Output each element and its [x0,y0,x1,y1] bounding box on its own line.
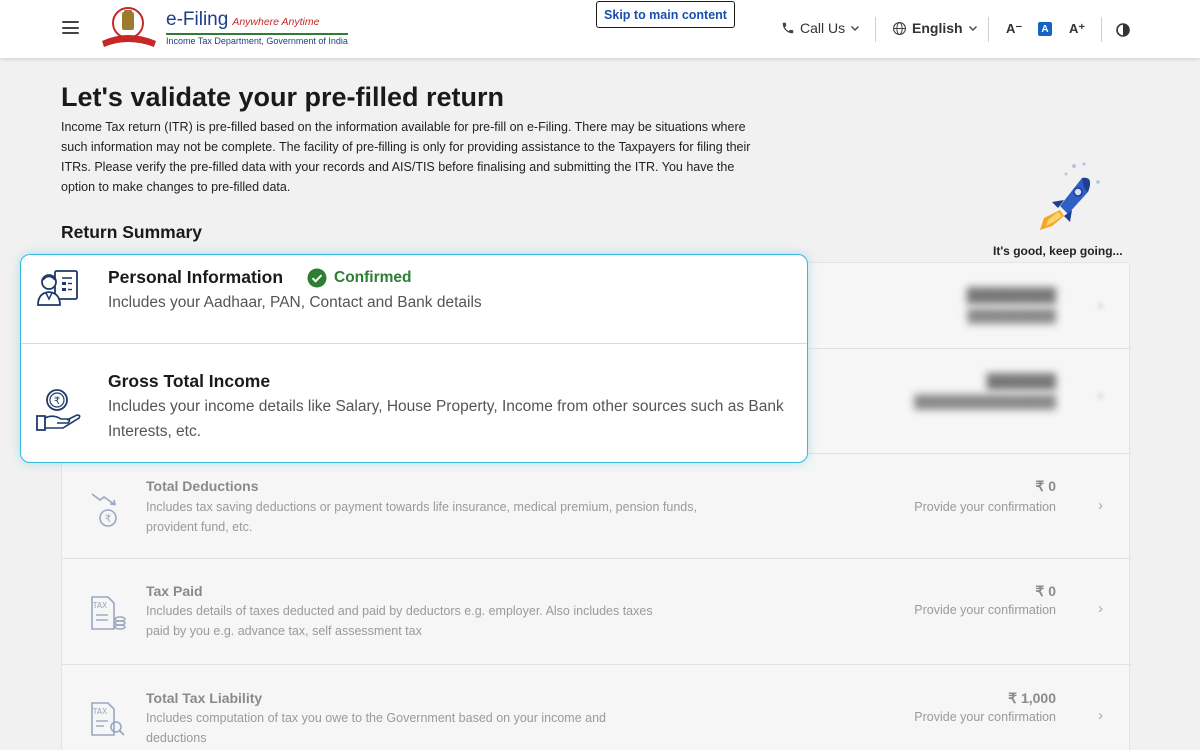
font-size-default-button[interactable]: A [1038,22,1052,36]
row-title: Tax Paid [146,583,203,599]
personal-info-icon [37,270,78,306]
row-status: Provide your confirmation [914,603,1056,617]
income-hand-coin-icon: ₹ [36,389,81,431]
header-divider [875,17,876,42]
font-size-increase-button[interactable]: A⁺ [1069,21,1085,37]
skip-to-main-content-link[interactable]: Skip to main content [596,1,735,28]
brand-name: e-Filing [166,9,229,30]
deductions-icon: ₹ [91,493,117,527]
personal-information-title: Personal Information [108,267,284,287]
highlighted-sections-card: Personal Information Confirmed Includes … [20,254,808,463]
row-amount: ₹ 1,000 [1008,690,1056,706]
brand-block[interactable]: e-Filing Anywhere Anytime Income Tax Depa… [166,10,348,46]
chevron-right-icon: › [1098,387,1103,404]
personal-information-description: Includes your Aadhaar, PAN, Contact and … [108,294,482,311]
globe-icon [893,21,906,35]
row-description: Includes computation of tax you owe to t… [146,711,606,745]
tax-paid-icon: TAX [91,596,126,630]
language-dropdown[interactable]: English [892,20,978,36]
encouragement-text: It's good, keep going... [993,244,1123,258]
brand-tagline: Anywhere Anytime [232,16,320,28]
call-us-dropdown[interactable]: Call Us [781,20,860,36]
chevron-right-icon: › [1098,297,1103,314]
row-description: Includes tax saving deductions or paymen… [146,500,697,534]
row-title: Total Tax Liability [146,690,263,706]
row-status: Provide your confirmation [914,710,1056,724]
brand-department: Income Tax Department, Government of Ind… [166,33,348,46]
row-amount: ₹ 0 [1035,583,1056,599]
blurred-value: █████████ [966,287,1056,303]
svg-text:TAX: TAX [92,707,107,716]
page-title: Let's validate your pre-filled return [61,82,505,112]
personal-information-section[interactable]: Personal Information Confirmed Includes … [21,255,807,344]
tax-liability-icon: TAX [91,702,125,736]
rocket-illustration-icon [1040,162,1100,230]
phone-icon [782,22,794,34]
svg-text:TAX: TAX [92,601,107,610]
svg-text:₹: ₹ [105,514,111,525]
contrast-icon[interactable] [1116,23,1130,37]
font-size-decrease-button[interactable]: A⁻ [1006,21,1022,37]
row-amount: ₹ 0 [1035,478,1056,494]
income-tax-emblem-logo[interactable] [100,5,160,51]
language-label: English [912,20,963,36]
header-divider [1101,17,1102,42]
row-description: Includes details of taxes deducted and p… [146,604,653,638]
chevron-right-icon: › [1098,600,1103,617]
confirmed-label: Confirmed [334,269,412,286]
list-item-total-deductions[interactable]: ₹ Total Deductions Includes tax saving d… [62,454,1131,559]
row-title: Total Deductions [146,478,259,494]
gross-total-income-section[interactable]: ₹ Gross Total Income Includes your incom… [21,344,807,462]
chevron-right-icon: › [1098,707,1103,724]
chevron-down-icon [851,26,860,31]
brand-title: e-Filing Anywhere Anytime [166,10,348,32]
svg-text:₹: ₹ [54,396,60,407]
intro-paragraph: Income Tax return (ITR) is pre-filled ba… [61,120,751,194]
check-circle-icon [307,268,327,288]
return-summary-heading: Return Summary [61,222,203,242]
list-item-tax-paid[interactable]: TAX Tax Paid Includes details of taxes d… [62,559,1131,665]
header-divider [988,17,989,42]
chevron-down-icon [968,26,977,31]
chevron-right-icon: › [1098,497,1103,514]
hamburger-menu-icon[interactable] [62,21,79,34]
blurred-status: ██████████ [967,309,1056,323]
list-item-total-tax-liability[interactable]: TAX Total Tax Liability Includes computa… [62,665,1131,750]
confirmed-badge: Confirmed [307,268,412,288]
gross-total-income-title: Gross Total Income [108,371,271,391]
blurred-status: ████████████████ [914,395,1056,409]
blurred-value: ███████ [986,373,1056,389]
row-status: Provide your confirmation [914,500,1056,514]
gross-total-income-description: Includes your income details like Salary… [108,398,784,440]
call-us-label: Call Us [800,20,846,36]
top-header: e-Filing Anywhere Anytime Income Tax Depa… [0,0,1200,58]
